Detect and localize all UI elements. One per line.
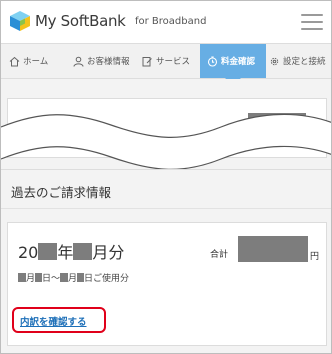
hamburger-menu-icon[interactable] — [301, 14, 323, 30]
nav-item-service[interactable]: サービス — [142, 44, 190, 78]
bill-month: 20 年月分 — [18, 239, 124, 263]
view-breakdown-label[interactable]: 内訳を確認する — [20, 314, 87, 328]
nav-item-home[interactable]: ホーム — [9, 44, 48, 78]
masked-year — [38, 243, 58, 260]
nav-item-billing[interactable]: 料金確認 — [200, 44, 266, 78]
nav-item-customer-info[interactable]: お客様情報 — [73, 44, 130, 78]
masked-end-day — [77, 273, 85, 282]
clock-icon — [207, 55, 218, 67]
bill-year-suffix: 年 — [57, 243, 74, 262]
past-bill-card: 20 年月分 合計 円 月日～月日ご使用分 内訳を確認する — [7, 222, 327, 346]
period-day-1: 日～ — [42, 274, 61, 284]
nav-label-billing: 料金確認 — [221, 57, 256, 67]
bill-total-label: 合計 — [210, 250, 229, 260]
period-month-2: 月 — [68, 274, 78, 284]
period-day-2: 日ご使用分 — [84, 274, 130, 284]
nav-label-settings: 設定と接続 — [283, 57, 326, 67]
softbank-cube-logo-icon — [10, 11, 30, 31]
screen-frame: My SoftBank for Broadband ホーム お客様情報 サービス… — [0, 0, 332, 354]
bill-yen: 円 — [310, 252, 320, 262]
period-month-1: 月 — [26, 274, 36, 284]
nav-label-service: サービス — [156, 57, 191, 67]
masked-start-day — [35, 273, 43, 282]
app-header: My SoftBank for Broadband — [1, 1, 331, 43]
nav-item-settings[interactable]: 設定と接続 — [269, 44, 326, 78]
gear-icon — [270, 57, 279, 65]
edit-icon — [142, 56, 152, 66]
masked-end-month — [60, 273, 69, 282]
nav-label-customer-info: お客様情報 — [87, 57, 130, 67]
logo-text: My SoftBank — [35, 12, 126, 30]
nav-label-home: ホーム — [23, 57, 49, 67]
logo-subtitle: for Broadband — [135, 16, 207, 27]
omission-break — [1, 113, 331, 169]
masked-start-month — [18, 273, 26, 282]
bill-year-prefix: 20 — [18, 243, 39, 262]
person-icon — [73, 56, 84, 67]
past-bills-title: 過去のご請求情報 — [11, 185, 112, 200]
past-bills-heading-bar: 過去のご請求情報 — [1, 169, 331, 209]
masked-bill-amount — [238, 236, 308, 262]
usage-period: 月日～月日ご使用分 — [18, 271, 129, 284]
bill-month-suffix: 月分 — [92, 243, 125, 262]
home-icon — [9, 56, 20, 66]
main-nav: ホーム お客様情報 サービス 料金確認 設定と接続 — [1, 43, 331, 85]
masked-month — [73, 243, 93, 260]
view-breakdown-link[interactable]: 内訳を確認する — [12, 307, 106, 333]
